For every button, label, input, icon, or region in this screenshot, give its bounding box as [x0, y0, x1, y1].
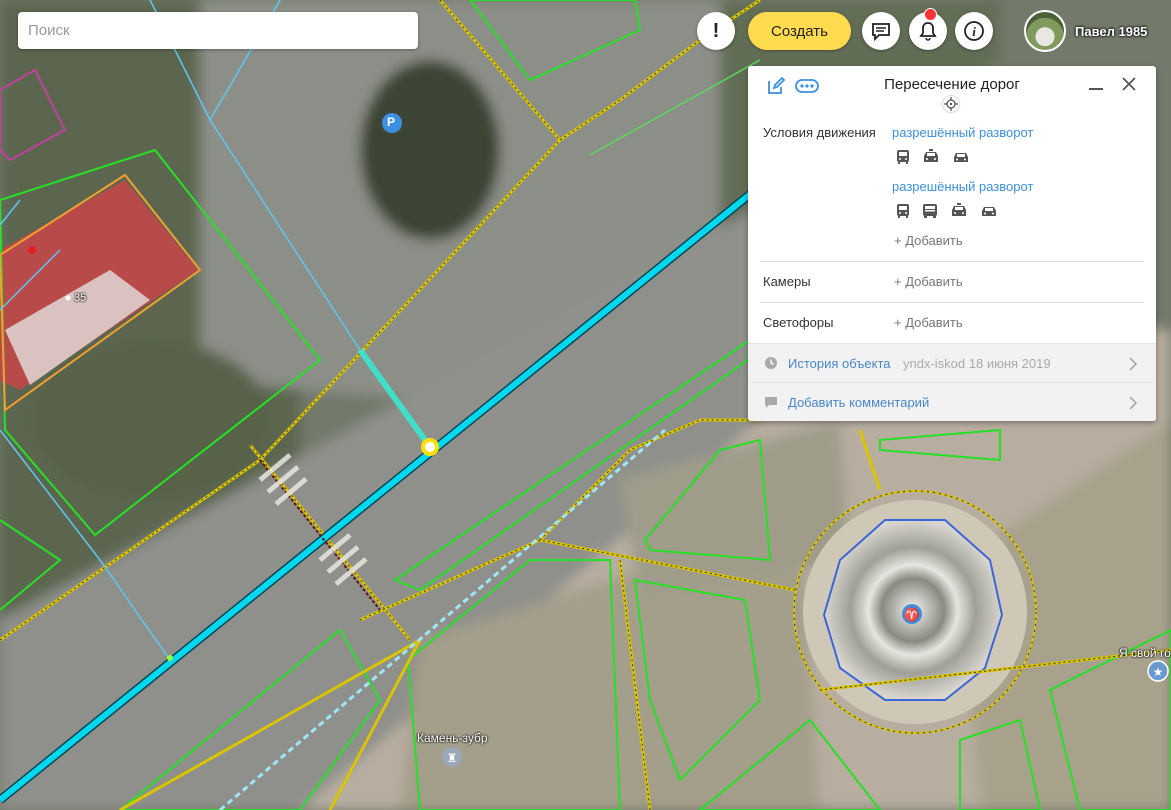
vehicle-icons-2 [894, 203, 1000, 219]
divider [760, 261, 1144, 262]
traffic-conditions-label: Условия движения [763, 125, 876, 140]
history-meta: yndx-iskod 18 июня 2019 [903, 356, 1051, 371]
vehicle-icons-1 [894, 149, 972, 165]
svg-text:♈: ♈ [904, 607, 920, 622]
chevron-right-icon [1129, 357, 1138, 371]
traffic-lights-label: Светофоры [763, 315, 834, 330]
notification-badge [924, 8, 937, 21]
add-traffic-light-button[interactable]: + Добавить [894, 315, 963, 330]
car-icon [954, 153, 968, 162]
bell-icon [919, 22, 937, 41]
turn-rule-link-2[interactable]: разрешённый разворот [892, 179, 1033, 194]
user-menu[interactable]: Павел 1985 [1024, 10, 1147, 52]
monument-label: Камень-зубр [417, 731, 488, 745]
add-traffic-rule-button[interactable]: + Добавить [894, 233, 963, 248]
chat-icon [872, 23, 890, 41]
edit-icon[interactable] [766, 76, 786, 96]
history-date: 18 июня 2019 [968, 356, 1051, 371]
parking-label: P [387, 115, 396, 129]
messages-button[interactable] [862, 12, 900, 50]
comment-row[interactable]: Добавить комментарий [748, 382, 1156, 421]
svg-text:♜: ♜ [447, 751, 458, 765]
add-camera-button[interactable]: + Добавить [894, 274, 963, 289]
search-input[interactable] [18, 12, 418, 49]
comment-icon [765, 397, 777, 408]
history-author: yndx-iskod [903, 356, 966, 371]
avatar [1024, 10, 1066, 52]
report-error-button[interactable]: ! [697, 12, 735, 50]
locate-icon[interactable] [943, 96, 959, 112]
turn-rule-link-1[interactable]: разрешённый разворот [892, 125, 1033, 140]
divider [760, 302, 1144, 303]
truck-icon [923, 204, 937, 218]
place-label: Я свой го [1119, 646, 1171, 660]
info-button[interactable]: i [955, 12, 993, 50]
bus-icon [897, 150, 909, 164]
create-button-label: Создать [770, 22, 828, 40]
bus-icon [897, 204, 909, 218]
info-icon: i [964, 21, 984, 41]
taxi-icon [952, 203, 966, 216]
history-label: История объекта [788, 356, 891, 371]
car-icon [982, 207, 996, 216]
svg-text:★: ★ [1153, 665, 1164, 679]
svg-text:i: i [972, 24, 976, 39]
cameras-label: Камеры [763, 274, 811, 289]
clock-icon [765, 357, 777, 369]
chevron-right-icon [1129, 396, 1138, 410]
house-number-label: 35 [74, 292, 87, 304]
object-panel: Пересечение дорог Условия движения разре… [748, 66, 1156, 421]
username: Павел 1985 [1075, 23, 1148, 39]
add-comment-label: Добавить комментарий [788, 395, 930, 410]
notifications-button[interactable] [909, 8, 947, 50]
history-row[interactable]: История объекта yndx-iskod 18 июня 2019 [748, 343, 1156, 383]
taxi-icon [924, 149, 938, 162]
more-icon[interactable] [795, 76, 819, 96]
exclamation-icon: ! [712, 19, 720, 42]
minimize-button[interactable] [1089, 88, 1103, 90]
close-icon[interactable] [1121, 76, 1137, 92]
create-button[interactable]: Создать [748, 12, 851, 50]
